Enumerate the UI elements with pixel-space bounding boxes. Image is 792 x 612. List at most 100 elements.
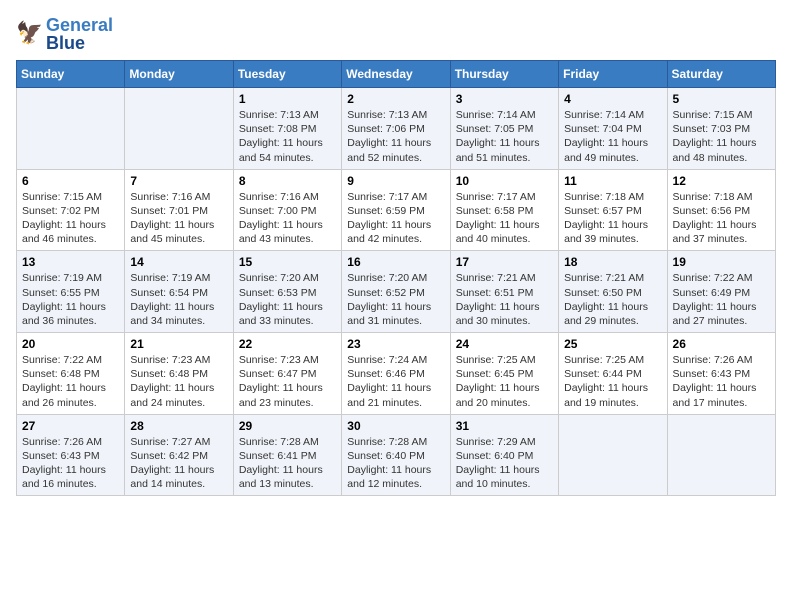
day-info: Sunrise: 7:25 AMSunset: 6:44 PMDaylight:… xyxy=(564,353,661,410)
day-info: Sunrise: 7:17 AMSunset: 6:59 PMDaylight:… xyxy=(347,190,444,247)
day-info: Sunrise: 7:21 AMSunset: 6:50 PMDaylight:… xyxy=(564,271,661,328)
day-info: Sunrise: 7:18 AMSunset: 6:57 PMDaylight:… xyxy=(564,190,661,247)
day-info: Sunrise: 7:13 AMSunset: 7:08 PMDaylight:… xyxy=(239,108,336,165)
day-number: 30 xyxy=(347,419,444,433)
day-number: 22 xyxy=(239,337,336,351)
day-info: Sunrise: 7:25 AMSunset: 6:45 PMDaylight:… xyxy=(456,353,553,410)
col-header-friday: Friday xyxy=(559,61,667,88)
calendar-cell: 16Sunrise: 7:20 AMSunset: 6:52 PMDayligh… xyxy=(342,251,450,333)
calendar-cell xyxy=(125,88,233,170)
day-number: 2 xyxy=(347,92,444,106)
calendar-cell: 1 Sunrise: 7:13 AMSunset: 7:08 PMDaylight… xyxy=(233,88,341,170)
day-info: Sunrise: 7:20 AMSunset: 6:52 PMDaylight:… xyxy=(347,271,444,328)
week-row-1: 1 Sunrise: 7:13 AMSunset: 7:08 PMDaylight… xyxy=(17,88,776,170)
calendar-cell: 20 Sunrise: 7:22 AMSunset: 6:48 PMDayligh… xyxy=(17,333,125,415)
day-info: Sunrise: 7:15 AMSunset: 7:03 PMDaylight:… xyxy=(673,108,770,165)
day-info: Sunrise: 7:16 AMSunset: 7:00 PMDaylight:… xyxy=(239,190,336,247)
calendar-cell: 17Sunrise: 7:21 AMSunset: 6:51 PMDayligh… xyxy=(450,251,558,333)
calendar-cell: 8 Sunrise: 7:16 AMSunset: 7:00 PMDaylight… xyxy=(233,169,341,251)
day-info: Sunrise: 7:26 AMSunset: 6:43 PMDaylight:… xyxy=(673,353,770,410)
svg-text:🦅: 🦅 xyxy=(16,18,43,44)
calendar-cell: 3Sunrise: 7:14 AMSunset: 7:05 PMDaylight… xyxy=(450,88,558,170)
day-number: 12 xyxy=(673,174,770,188)
calendar-cell: 14 Sunrise: 7:19 AMSunset: 6:54 PMDayligh… xyxy=(125,251,233,333)
day-number: 21 xyxy=(130,337,227,351)
calendar-cell: 26 Sunrise: 7:26 AMSunset: 6:43 PMDayligh… xyxy=(667,333,775,415)
day-info: Sunrise: 7:13 AMSunset: 7:06 PMDaylight:… xyxy=(347,108,444,165)
calendar-cell: 21Sunrise: 7:23 AMSunset: 6:48 PMDayligh… xyxy=(125,333,233,415)
calendar-cell: 29Sunrise: 7:28 AMSunset: 6:41 PMDayligh… xyxy=(233,414,341,496)
day-number: 28 xyxy=(130,419,227,433)
calendar-header-row: SundayMondayTuesdayWednesdayThursdayFrid… xyxy=(17,61,776,88)
day-info: Sunrise: 7:17 AMSunset: 6:58 PMDaylight:… xyxy=(456,190,553,247)
calendar-cell: 2 Sunrise: 7:13 AMSunset: 7:06 PMDaylight… xyxy=(342,88,450,170)
day-number: 25 xyxy=(564,337,661,351)
day-number: 23 xyxy=(347,337,444,351)
calendar-cell: 27 Sunrise: 7:26 AMSunset: 6:43 PMDayligh… xyxy=(17,414,125,496)
col-header-sunday: Sunday xyxy=(17,61,125,88)
day-number: 26 xyxy=(673,337,770,351)
calendar-cell: 10 Sunrise: 7:17 AMSunset: 6:58 PMDayligh… xyxy=(450,169,558,251)
calendar-cell: 18 Sunrise: 7:21 AMSunset: 6:50 PMDayligh… xyxy=(559,251,667,333)
day-number: 14 xyxy=(130,255,227,269)
day-info: Sunrise: 7:22 AMSunset: 6:49 PMDaylight:… xyxy=(673,271,770,328)
week-row-2: 6 Sunrise: 7:15 AMSunset: 7:02 PMDaylight… xyxy=(17,169,776,251)
day-number: 8 xyxy=(239,174,336,188)
day-info: Sunrise: 7:14 AMSunset: 7:04 PMDaylight:… xyxy=(564,108,661,165)
day-number: 13 xyxy=(22,255,119,269)
calendar-cell xyxy=(667,414,775,496)
day-number: 7 xyxy=(130,174,227,188)
week-row-4: 20 Sunrise: 7:22 AMSunset: 6:48 PMDayligh… xyxy=(17,333,776,415)
day-info: Sunrise: 7:27 AMSunset: 6:42 PMDaylight:… xyxy=(130,435,227,492)
day-info: Sunrise: 7:15 AMSunset: 7:02 PMDaylight:… xyxy=(22,190,119,247)
calendar-cell: 6 Sunrise: 7:15 AMSunset: 7:02 PMDaylight… xyxy=(17,169,125,251)
calendar-cell xyxy=(17,88,125,170)
logo: 🦅 GeneralBlue xyxy=(16,16,113,52)
day-info: Sunrise: 7:28 AMSunset: 6:40 PMDaylight:… xyxy=(347,435,444,492)
calendar-cell: 7 Sunrise: 7:16 AMSunset: 7:01 PMDaylight… xyxy=(125,169,233,251)
day-number: 17 xyxy=(456,255,553,269)
day-number: 24 xyxy=(456,337,553,351)
calendar-cell: 11 Sunrise: 7:18 AMSunset: 6:57 PMDayligh… xyxy=(559,169,667,251)
calendar-cell: 30 Sunrise: 7:28 AMSunset: 6:40 PMDayligh… xyxy=(342,414,450,496)
day-info: Sunrise: 7:20 AMSunset: 6:53 PMDaylight:… xyxy=(239,271,336,328)
day-info: Sunrise: 7:16 AMSunset: 7:01 PMDaylight:… xyxy=(130,190,227,247)
calendar-cell: 12 Sunrise: 7:18 AMSunset: 6:56 PMDayligh… xyxy=(667,169,775,251)
day-info: Sunrise: 7:19 AMSunset: 6:54 PMDaylight:… xyxy=(130,271,227,328)
day-info: Sunrise: 7:19 AMSunset: 6:55 PMDaylight:… xyxy=(22,271,119,328)
day-info: Sunrise: 7:26 AMSunset: 6:43 PMDaylight:… xyxy=(22,435,119,492)
day-info: Sunrise: 7:23 AMSunset: 6:47 PMDaylight:… xyxy=(239,353,336,410)
calendar-cell: 4 Sunrise: 7:14 AMSunset: 7:04 PMDaylight… xyxy=(559,88,667,170)
week-row-3: 13 Sunrise: 7:19 AMSunset: 6:55 PMDayligh… xyxy=(17,251,776,333)
calendar-cell: 19Sunrise: 7:22 AMSunset: 6:49 PMDayligh… xyxy=(667,251,775,333)
day-info: Sunrise: 7:28 AMSunset: 6:41 PMDaylight:… xyxy=(239,435,336,492)
calendar-cell: 9 Sunrise: 7:17 AMSunset: 6:59 PMDaylight… xyxy=(342,169,450,251)
day-number: 10 xyxy=(456,174,553,188)
day-number: 5 xyxy=(673,92,770,106)
day-info: Sunrise: 7:14 AMSunset: 7:05 PMDaylight:… xyxy=(456,108,553,165)
day-number: 1 xyxy=(239,92,336,106)
day-number: 27 xyxy=(22,419,119,433)
day-number: 11 xyxy=(564,174,661,188)
day-info: Sunrise: 7:24 AMSunset: 6:46 PMDaylight:… xyxy=(347,353,444,410)
day-number: 18 xyxy=(564,255,661,269)
day-number: 6 xyxy=(22,174,119,188)
day-number: 20 xyxy=(22,337,119,351)
day-number: 4 xyxy=(564,92,661,106)
col-header-tuesday: Tuesday xyxy=(233,61,341,88)
day-info: Sunrise: 7:18 AMSunset: 6:56 PMDaylight:… xyxy=(673,190,770,247)
calendar-cell: 23 Sunrise: 7:24 AMSunset: 6:46 PMDayligh… xyxy=(342,333,450,415)
calendar-cell: 15 Sunrise: 7:20 AMSunset: 6:53 PMDayligh… xyxy=(233,251,341,333)
calendar-cell: 24 Sunrise: 7:25 AMSunset: 6:45 PMDayligh… xyxy=(450,333,558,415)
day-number: 31 xyxy=(456,419,553,433)
day-info: Sunrise: 7:29 AMSunset: 6:40 PMDaylight:… xyxy=(456,435,553,492)
logo-icon: 🦅 xyxy=(16,18,44,51)
col-header-saturday: Saturday xyxy=(667,61,775,88)
calendar-cell: 13 Sunrise: 7:19 AMSunset: 6:55 PMDayligh… xyxy=(17,251,125,333)
day-number: 15 xyxy=(239,255,336,269)
day-number: 9 xyxy=(347,174,444,188)
logo-text: GeneralBlue xyxy=(46,16,113,52)
day-info: Sunrise: 7:22 AMSunset: 6:48 PMDaylight:… xyxy=(22,353,119,410)
calendar-cell: 5 Sunrise: 7:15 AMSunset: 7:03 PMDaylight… xyxy=(667,88,775,170)
col-header-thursday: Thursday xyxy=(450,61,558,88)
